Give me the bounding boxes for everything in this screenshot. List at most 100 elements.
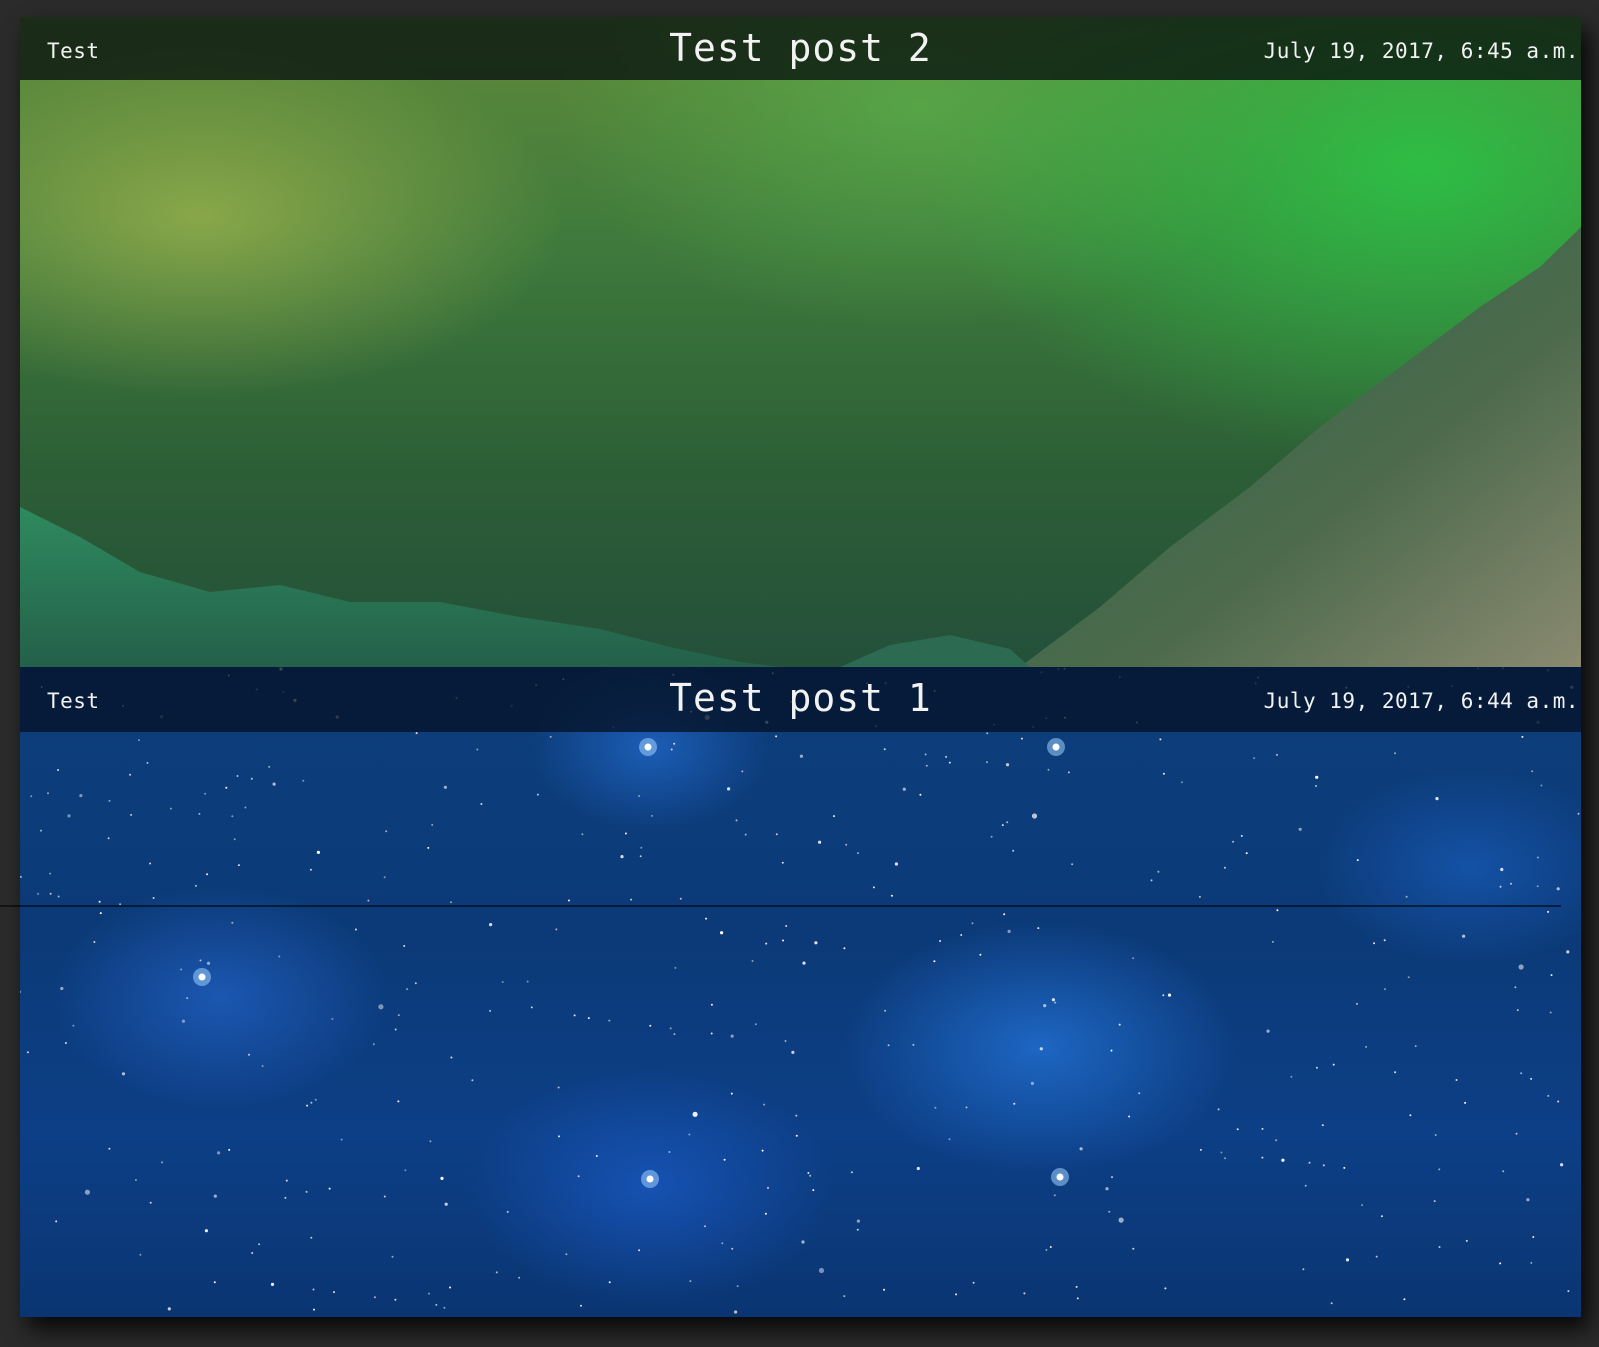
star xyxy=(1031,813,1038,819)
star xyxy=(391,1255,394,1258)
star xyxy=(894,862,899,866)
star xyxy=(1039,1047,1043,1051)
star xyxy=(1332,1063,1335,1066)
star xyxy=(1261,1156,1264,1159)
star xyxy=(37,892,40,895)
star xyxy=(1383,939,1386,942)
star xyxy=(608,1019,611,1022)
star xyxy=(258,1243,261,1246)
star xyxy=(948,1138,951,1141)
star xyxy=(1321,1124,1324,1127)
star xyxy=(557,1086,560,1089)
star xyxy=(649,1024,652,1027)
star xyxy=(480,803,483,805)
star xyxy=(1150,879,1153,882)
star xyxy=(67,814,71,818)
star xyxy=(754,1023,757,1026)
star xyxy=(1276,753,1278,756)
star xyxy=(1304,1184,1307,1187)
star xyxy=(1403,1298,1406,1301)
star xyxy=(812,1189,815,1192)
star xyxy=(1502,1170,1505,1173)
star xyxy=(1159,738,1162,741)
star xyxy=(948,761,951,764)
star xyxy=(587,1017,590,1020)
mountain-silhouette xyxy=(20,227,1581,667)
star xyxy=(1462,934,1466,938)
star xyxy=(476,748,479,751)
star xyxy=(428,1292,430,1295)
star xyxy=(1438,1168,1441,1171)
star xyxy=(939,940,942,942)
star xyxy=(186,997,189,1000)
star xyxy=(555,928,558,931)
star xyxy=(1521,735,1524,738)
star xyxy=(807,1172,810,1174)
star xyxy=(471,1079,474,1082)
star xyxy=(385,830,388,833)
star xyxy=(49,892,52,895)
star xyxy=(1075,1285,1078,1288)
star xyxy=(1223,866,1226,869)
star xyxy=(149,862,152,865)
star xyxy=(890,894,893,897)
post-feed: Test Test post 2 July 19, 2017, 6:45 a.m… xyxy=(20,17,1581,1317)
star xyxy=(404,1169,407,1172)
star xyxy=(782,939,784,942)
star xyxy=(99,912,102,915)
star xyxy=(1530,1077,1533,1080)
star xyxy=(1567,1290,1570,1293)
star xyxy=(1157,870,1160,873)
star xyxy=(1405,895,1408,898)
star xyxy=(272,782,276,786)
star xyxy=(378,1004,384,1010)
star xyxy=(595,1155,598,1157)
star xyxy=(960,934,963,936)
star xyxy=(199,959,202,962)
star xyxy=(236,775,239,777)
star xyxy=(856,1228,859,1231)
star xyxy=(843,1295,846,1298)
star xyxy=(306,1104,309,1107)
star xyxy=(1005,763,1010,767)
star xyxy=(971,922,974,925)
star xyxy=(1132,1247,1135,1250)
star xyxy=(1049,1246,1052,1248)
star xyxy=(1047,768,1050,771)
bright-star-core xyxy=(1052,743,1060,751)
star xyxy=(795,1134,798,1137)
post-card[interactable]: Test Test post 1 July 19, 2017, 6:44 a.m… xyxy=(20,667,1581,1317)
star xyxy=(1180,781,1183,784)
star xyxy=(1514,986,1517,989)
star xyxy=(489,1009,492,1012)
star xyxy=(1375,1255,1378,1258)
star xyxy=(60,986,64,991)
star xyxy=(1023,1292,1026,1295)
star xyxy=(313,1308,315,1311)
star xyxy=(668,1151,671,1153)
star xyxy=(730,1034,734,1038)
star xyxy=(121,1072,126,1076)
star xyxy=(1547,1094,1550,1097)
star xyxy=(1515,1132,1518,1135)
post-card[interactable]: Test Test post 2 July 19, 2017, 6:45 a.m… xyxy=(20,17,1581,667)
star xyxy=(720,931,724,935)
star xyxy=(309,868,312,871)
star xyxy=(138,739,140,742)
star xyxy=(721,1242,724,1245)
star xyxy=(149,1201,152,1204)
star xyxy=(1414,1045,1417,1048)
star xyxy=(640,846,643,849)
star xyxy=(1051,998,1055,1002)
star xyxy=(673,1033,676,1036)
star xyxy=(1499,1262,1502,1265)
star xyxy=(429,1140,432,1143)
star xyxy=(1030,1081,1034,1085)
star xyxy=(1536,856,1539,859)
star xyxy=(1105,1187,1109,1191)
star xyxy=(850,1171,853,1174)
star xyxy=(206,961,211,965)
star xyxy=(577,1175,580,1178)
star xyxy=(1315,1066,1318,1069)
star xyxy=(1380,1215,1383,1218)
